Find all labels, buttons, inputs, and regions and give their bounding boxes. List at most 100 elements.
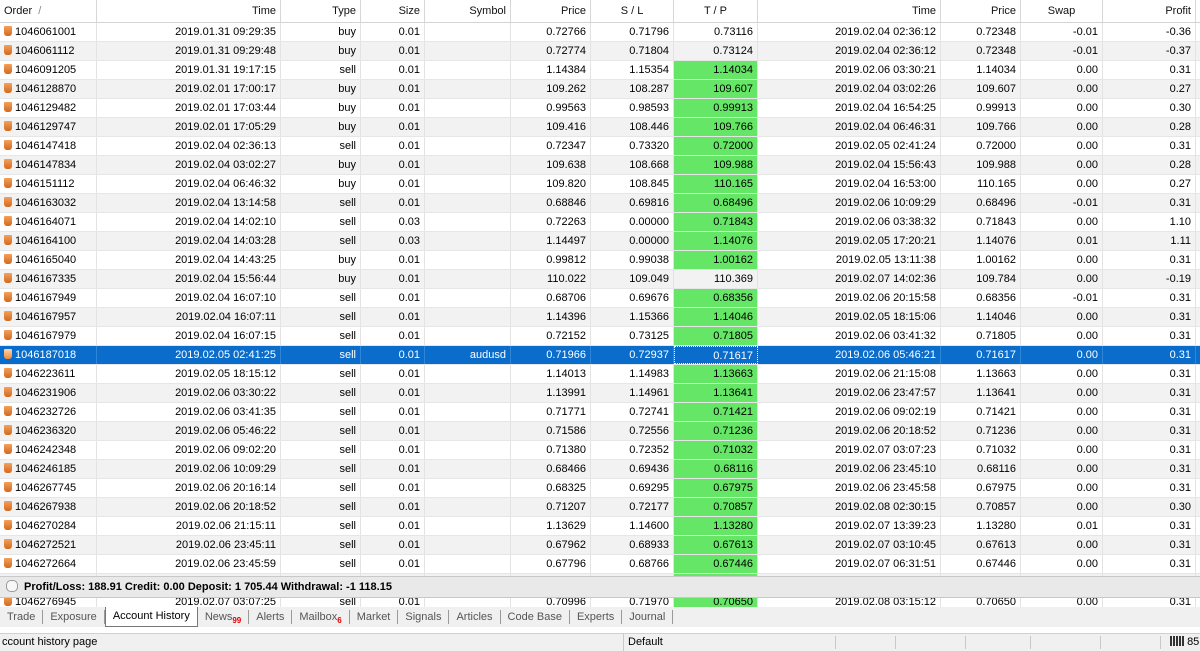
col-price-header[interactable]: Price — [511, 0, 591, 22]
table-row[interactable]: 1046231906 2019.02.06 03:30:22 sell 0.01 1.1… — [0, 384, 1200, 403]
table-row[interactable]: 1046061001 2019.01.31 09:29:35 buy 0.01 0.72… — [0, 23, 1200, 42]
order-icon — [4, 330, 12, 340]
col-symbol-header[interactable]: Symbol — [425, 0, 511, 22]
table-row[interactable]: 1046272664 2019.02.06 23:45:59 sell 0.01 0.6… — [0, 555, 1200, 574]
table-row[interactable]: 1046242348 2019.02.06 09:02:20 sell 0.01 0.7… — [0, 441, 1200, 460]
table-row[interactable]: 1046151112 2019.02.04 06:46:32 buy 0.01 109.… — [0, 175, 1200, 194]
col-close-time-header[interactable]: Time — [758, 0, 941, 22]
order-number: 1046165040 — [15, 254, 77, 266]
tab-code-base[interactable]: Code Base — [501, 610, 570, 625]
tab-alerts[interactable]: Alerts — [249, 610, 293, 625]
tab-exposure[interactable]: Exposure — [43, 610, 105, 625]
table-row[interactable]: 1046147834 2019.02.04 03:02:27 buy 0.01 109.… — [0, 156, 1200, 175]
cell-time: 2019.02.04 02:36:13 — [97, 137, 281, 155]
table-row-selected[interactable]: 1046187018 2019.02.05 02:41:25 sell 0.01 aud… — [0, 346, 1200, 365]
status-profile[interactable]: Default — [623, 634, 838, 651]
cell-order: 1046187018 — [0, 346, 97, 364]
order-number: 1046272521 — [15, 539, 77, 551]
tab-mailbox[interactable]: Mailbox6 — [292, 610, 350, 625]
col-close-price-header[interactable]: Price — [941, 0, 1021, 22]
tab-news[interactable]: News99 — [198, 610, 250, 625]
cell-symbol — [425, 384, 511, 402]
col-tp-header[interactable]: T / P — [674, 0, 758, 22]
table-row[interactable]: 1046167949 2019.02.04 16:07:10 sell 0.01 0.6… — [0, 289, 1200, 308]
connection-status[interactable]: 85 — [1170, 634, 1200, 651]
tab-account-history[interactable]: Account History — [104, 607, 198, 628]
cell-close-time: 2019.02.06 05:46:21 — [758, 346, 941, 364]
cell-sl: 0.72937 — [591, 346, 674, 364]
table-row[interactable]: 1046167335 2019.02.04 15:56:44 buy 0.01 110.… — [0, 270, 1200, 289]
cell-swap: 0.00 — [1021, 251, 1103, 269]
cell-sl: 108.287 — [591, 80, 674, 98]
cell-order: 1046167949 — [0, 289, 97, 307]
cell-price: 109.416 — [511, 118, 591, 136]
table-row[interactable]: 1046165040 2019.02.04 14:43:25 buy 0.01 0.99… — [0, 251, 1200, 270]
cell-tp: 0.71032 — [674, 441, 758, 459]
col-type-header[interactable]: Type — [281, 0, 361, 22]
tab-journal[interactable]: Journal — [622, 610, 674, 625]
table-row[interactable]: 1046236320 2019.02.06 05:46:22 sell 0.01 0.7… — [0, 422, 1200, 441]
cell-order: 1046167979 — [0, 327, 97, 345]
col-profit-header[interactable]: Profit — [1103, 0, 1196, 22]
cell-price: 109.820 — [511, 175, 591, 193]
order-icon — [4, 292, 12, 302]
cell-price: 0.68325 — [511, 479, 591, 497]
table-row[interactable]: 1046223611 2019.02.05 18:15:12 sell 0.01 1.1… — [0, 365, 1200, 384]
order-icon — [4, 235, 12, 245]
cell-profit: 0.31 — [1103, 308, 1196, 326]
cell-time: 2019.02.06 21:15:11 — [97, 517, 281, 535]
table-row[interactable]: 1046091205 2019.01.31 19:17:15 sell 0.01 1.1… — [0, 61, 1200, 80]
cell-price: 1.14013 — [511, 365, 591, 383]
cell-symbol — [425, 498, 511, 516]
cell-tp: 0.71617 — [674, 346, 758, 364]
col-sl-header[interactable]: S / L — [591, 0, 674, 22]
table-row[interactable]: 1046129747 2019.02.01 17:05:29 buy 0.01 109.… — [0, 118, 1200, 137]
order-icon — [4, 121, 12, 131]
cell-size: 0.01 — [361, 194, 425, 212]
cell-type: sell — [281, 460, 361, 478]
tab-market[interactable]: Market — [350, 610, 399, 625]
table-row[interactable]: 1046164071 2019.02.04 14:02:10 sell 0.03 0.7… — [0, 213, 1200, 232]
table-row[interactable]: 1046164100 2019.02.04 14:03:28 sell 0.03 1.1… — [0, 232, 1200, 251]
table-row[interactable]: 1046167979 2019.02.04 16:07:15 sell 0.01 0.7… — [0, 327, 1200, 346]
table-row[interactable]: 1046272521 2019.02.06 23:45:11 sell 0.01 0.6… — [0, 536, 1200, 555]
table-row[interactable]: 1046232726 2019.02.06 03:41:35 sell 0.01 0.7… — [0, 403, 1200, 422]
table-row[interactable]: 1046167957 2019.02.04 16:07:11 sell 0.01 1.1… — [0, 308, 1200, 327]
summary-icon — [6, 580, 18, 592]
tab-signals[interactable]: Signals — [398, 610, 450, 625]
table-row[interactable]: 1046267745 2019.02.06 20:16:14 sell 0.01 0.6… — [0, 479, 1200, 498]
cell-close-price: 0.71843 — [941, 213, 1021, 231]
cell-profit: -0.36 — [1103, 23, 1196, 41]
cell-type: sell — [281, 365, 361, 383]
cell-sl: 0.69816 — [591, 194, 674, 212]
cell-close-time: 2019.02.06 03:41:32 — [758, 327, 941, 345]
table-row[interactable]: 1046061112 2019.01.31 09:29:48 buy 0.01 0.72… — [0, 42, 1200, 61]
tab-experts[interactable]: Experts — [570, 610, 623, 625]
col-swap-header[interactable]: Swap — [1021, 0, 1103, 22]
col-time-header[interactable]: Time — [97, 0, 281, 22]
col-order-header[interactable]: Order / — [0, 0, 97, 22]
tab-articles[interactable]: Articles — [449, 610, 501, 625]
table-row[interactable]: 1046246185 2019.02.06 10:09:29 sell 0.01 0.6… — [0, 460, 1200, 479]
table-row[interactable]: 1046147418 2019.02.04 02:36:13 sell 0.01 0.7… — [0, 137, 1200, 156]
table-row[interactable]: 1046129482 2019.02.01 17:03:44 buy 0.01 0.99… — [0, 99, 1200, 118]
cell-time: 2019.02.06 03:41:35 — [97, 403, 281, 421]
cell-time: 2019.02.06 20:18:52 — [97, 498, 281, 516]
table-row[interactable]: 1046267938 2019.02.06 20:18:52 sell 0.01 0.7… — [0, 498, 1200, 517]
cell-close-time: 2019.02.04 02:36:12 — [758, 42, 941, 60]
cell-profit: 0.31 — [1103, 422, 1196, 440]
cell-tp: 1.00162 — [674, 251, 758, 269]
table-row[interactable]: 1046163032 2019.02.04 13:14:58 sell 0.01 0.6… — [0, 194, 1200, 213]
col-size-header[interactable]: Size — [361, 0, 425, 22]
cell-swap: -0.01 — [1021, 194, 1103, 212]
order-number: 1046164071 — [15, 216, 77, 228]
cell-close-price: 1.13280 — [941, 517, 1021, 535]
cell-close-time: 2019.02.07 13:39:23 — [758, 517, 941, 535]
cell-swap: 0.00 — [1021, 536, 1103, 554]
table-row[interactable]: 1046270284 2019.02.06 21:15:11 sell 0.01 1.1… — [0, 517, 1200, 536]
cell-profit: 0.30 — [1103, 498, 1196, 516]
cell-time: 2019.02.04 14:43:25 — [97, 251, 281, 269]
tab-trade[interactable]: Trade — [0, 610, 44, 625]
table-row[interactable]: 1046128870 2019.02.01 17:00:17 buy 0.01 109.… — [0, 80, 1200, 99]
cell-profit: 0.31 — [1103, 61, 1196, 79]
